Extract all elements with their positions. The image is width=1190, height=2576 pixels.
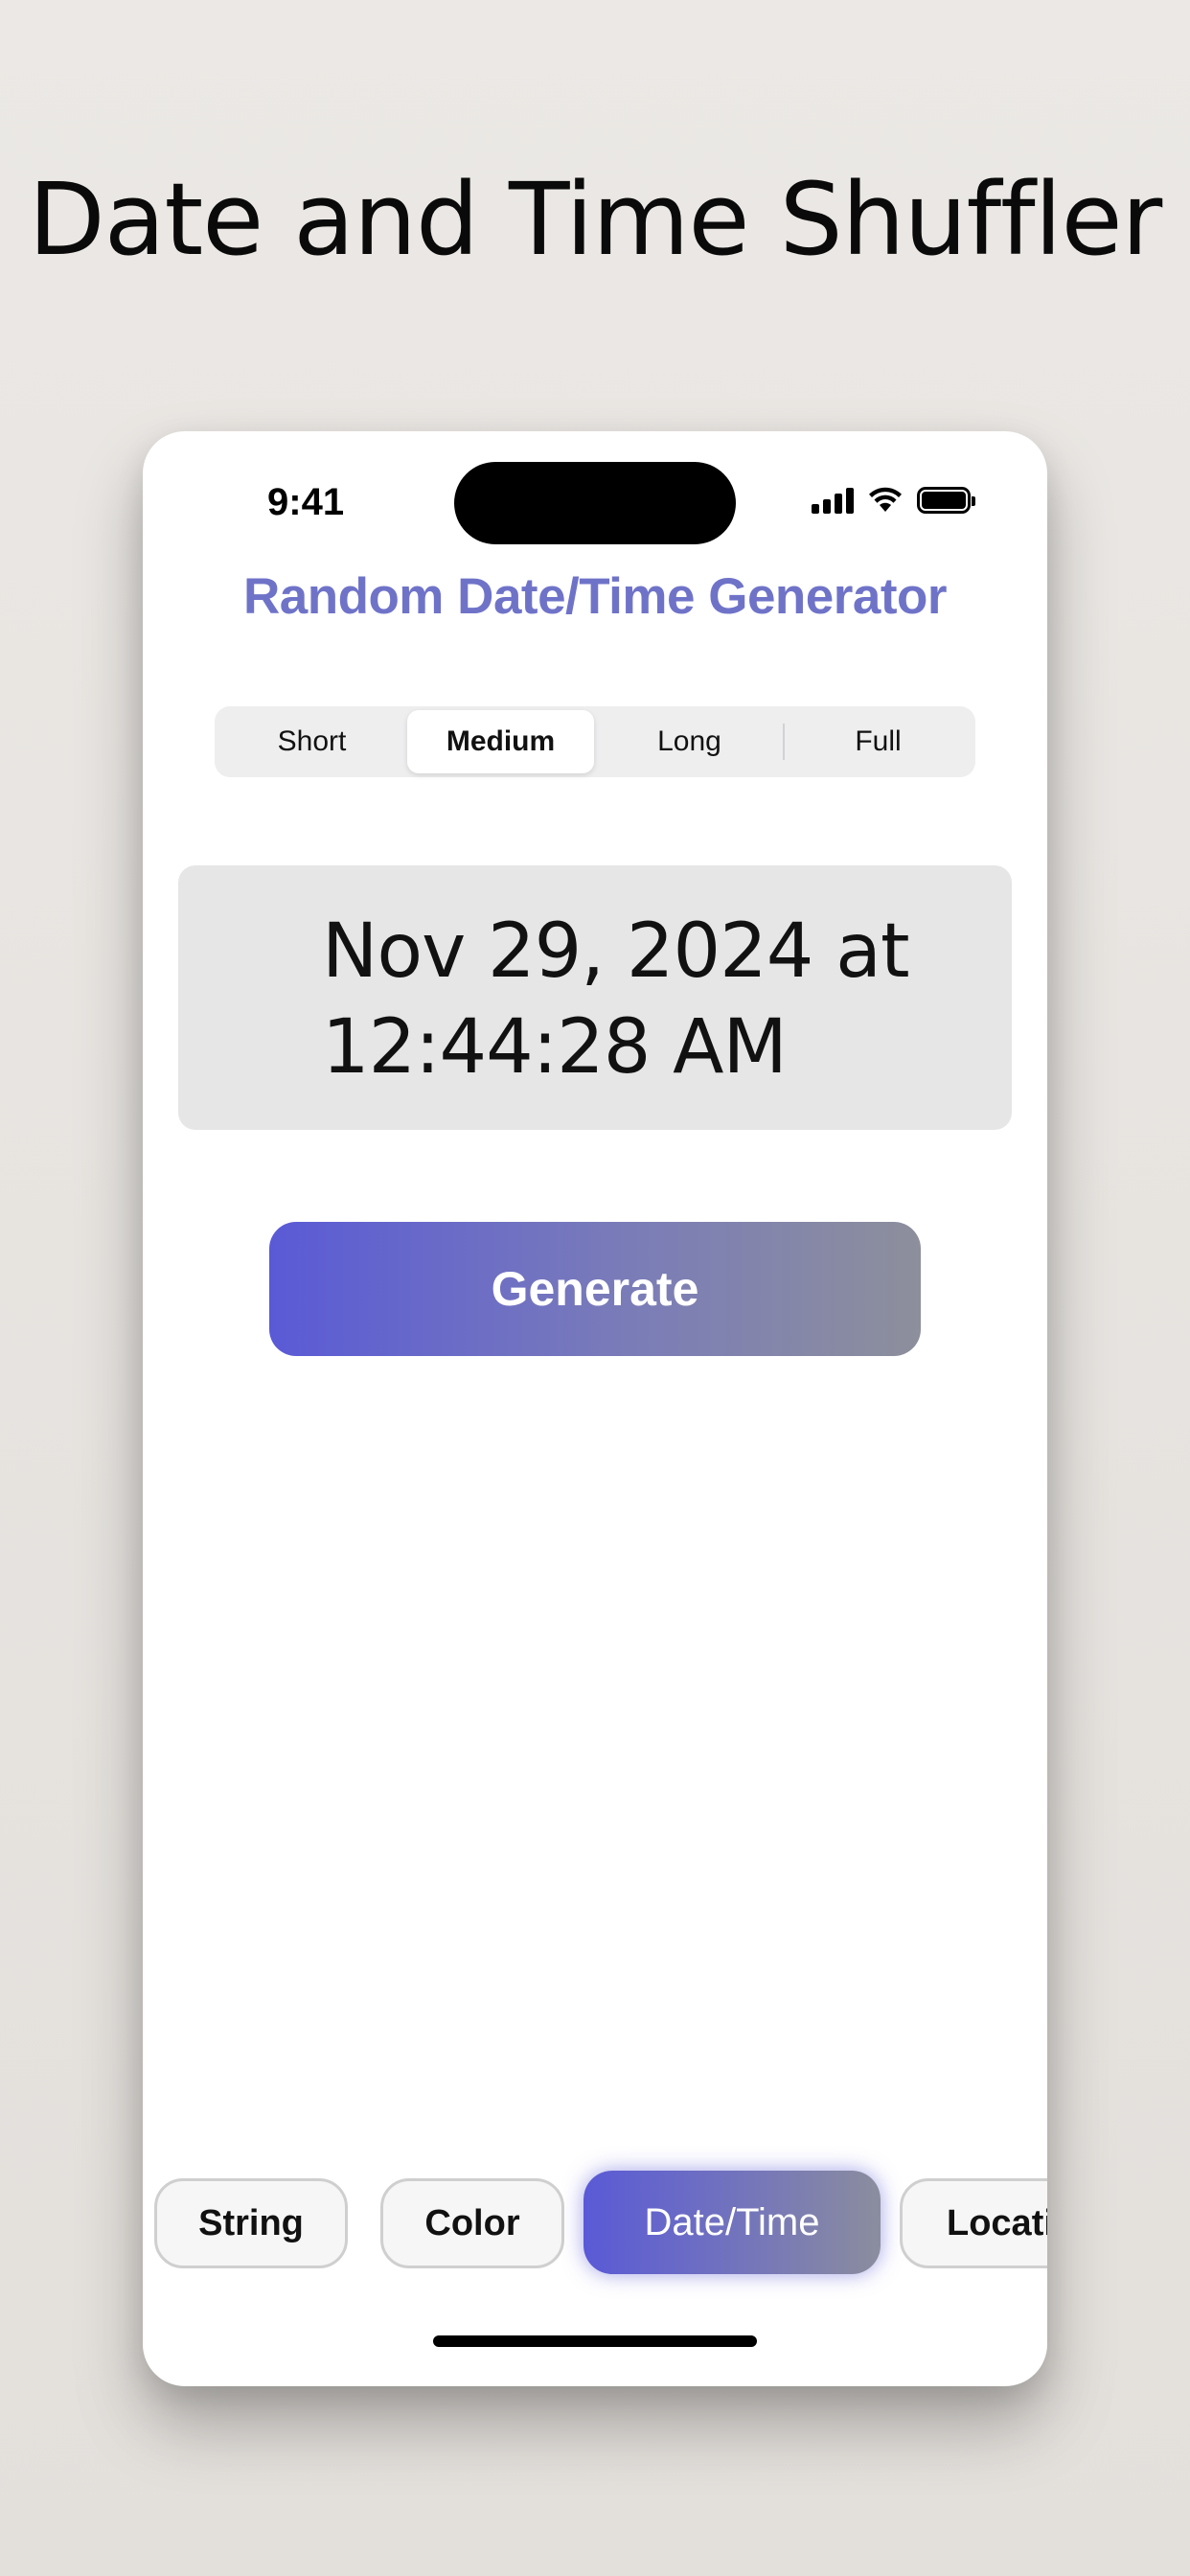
segment-full[interactable]: Full	[785, 710, 972, 773]
segment-long[interactable]: Long	[596, 710, 783, 773]
result-date-line: Nov 29, 2024 at	[322, 908, 910, 995]
tab-location[interactable]: Locati	[900, 2178, 1047, 2268]
tab-color[interactable]: Color	[380, 2178, 564, 2268]
tab-date-time[interactable]: Date/Time	[584, 2171, 881, 2274]
phone-screen: 9:41 Random Date/Time Generator Short Me…	[143, 431, 1047, 2386]
app-title: Random Date/Time Generator	[242, 568, 948, 625]
dynamic-island	[454, 462, 736, 544]
status-time: 9:41	[267, 481, 345, 523]
segment-short[interactable]: Short	[218, 710, 405, 773]
signal-icon	[812, 487, 854, 514]
segment-medium[interactable]: Medium	[407, 710, 594, 773]
tab-string[interactable]: String	[154, 2178, 348, 2268]
result-card: Nov 29, 2024 at 12:44:28 AM	[178, 865, 1012, 1130]
battery-icon	[917, 487, 975, 514]
category-tab-bar: String Color Date/Time Locati	[143, 2171, 1047, 2276]
generate-button[interactable]: Generate	[269, 1222, 921, 1356]
wifi-icon	[869, 487, 902, 512]
status-icons	[812, 487, 975, 514]
screenshot-headline: Date and Time Shuffler	[28, 161, 1163, 278]
result-time-line: 12:44:28 AM	[322, 1004, 788, 1091]
home-indicator	[433, 2335, 757, 2347]
format-segmented-control: Short Medium Long Full	[215, 706, 975, 777]
